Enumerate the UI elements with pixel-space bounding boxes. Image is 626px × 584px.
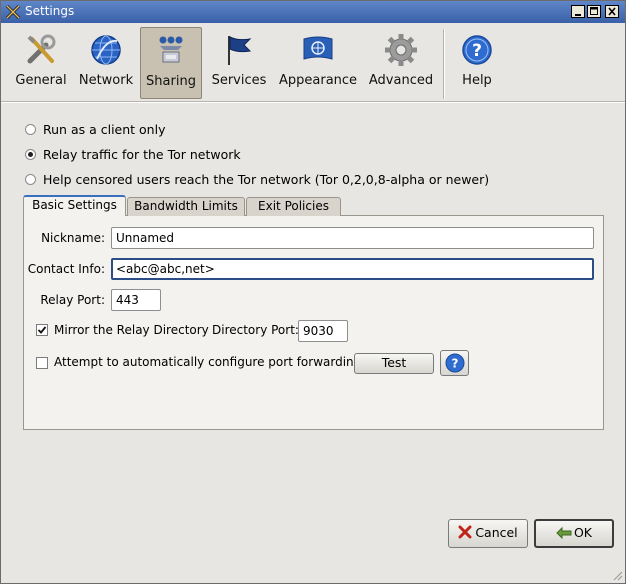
toolbar-services[interactable]: Services xyxy=(207,27,271,99)
help-icon: ? xyxy=(445,353,465,373)
cancel-button-label: Cancel xyxy=(475,525,518,540)
toolbar-network[interactable]: Network xyxy=(77,27,135,99)
vidalia-x-icon xyxy=(5,4,21,20)
test-button[interactable]: Test xyxy=(354,353,434,374)
radio-button-selected[interactable] xyxy=(25,149,36,160)
minimize-icon xyxy=(575,14,581,16)
directory-port-label: Directory Port: xyxy=(212,323,299,337)
radio-bridge[interactable]: Help censored users reach the Tor networ… xyxy=(25,172,489,190)
toolbar-label: Sharing xyxy=(146,74,196,89)
ok-arrow-icon xyxy=(556,526,572,540)
tab-label: Bandwidth Limits xyxy=(134,199,238,213)
toolbar-divider xyxy=(1,101,625,103)
maximize-icon xyxy=(590,7,598,15)
radio-relay-traffic[interactable]: Relay traffic for the Tor network xyxy=(25,147,455,165)
radio-button[interactable] xyxy=(25,174,36,185)
nickname-label: Nickname: xyxy=(41,231,105,245)
toolbar-label: Advanced xyxy=(368,73,434,88)
toolbar-advanced[interactable]: Advanced xyxy=(365,27,437,99)
directory-port-input[interactable] xyxy=(298,320,348,342)
minimize-button[interactable] xyxy=(571,5,585,18)
gear-icon xyxy=(385,34,417,66)
toolbar-sharing[interactable]: Sharing xyxy=(140,27,202,99)
radio-button[interactable] xyxy=(25,124,36,135)
checkmark-icon xyxy=(37,326,47,334)
settings-window: Settings General Network Sharing Service… xyxy=(0,0,626,584)
svg-text:?: ? xyxy=(472,41,482,61)
ok-button-label: OK xyxy=(573,525,593,540)
cancel-x-icon xyxy=(458,525,472,539)
toolbar-label: Services xyxy=(211,73,267,88)
tab-bandwidth-limits[interactable]: Bandwidth Limits xyxy=(127,197,245,216)
resize-grip-icon[interactable] xyxy=(611,569,623,581)
radio-label: Run as a client only xyxy=(43,122,166,137)
settings-toolbar: General Network Sharing Services Appeara… xyxy=(1,23,625,101)
port-forwarding-label: Attempt to automatically configure port … xyxy=(54,355,362,369)
toolbar-label: Appearance xyxy=(279,73,358,88)
toolbar-help[interactable]: ? Help xyxy=(449,27,505,99)
mirror-directory-checkbox[interactable] xyxy=(36,324,48,336)
tab-exit-policies[interactable]: Exit Policies xyxy=(246,197,341,216)
port-forwarding-help-button[interactable]: ? xyxy=(440,350,469,376)
port-forwarding-checkbox[interactable] xyxy=(36,357,48,369)
toolbar-separator xyxy=(443,29,445,99)
ok-button[interactable]: OK xyxy=(534,519,614,548)
sharing-icon xyxy=(159,36,183,63)
relay-port-input[interactable] xyxy=(111,289,161,311)
maximize-button[interactable] xyxy=(587,5,601,18)
un-flag-icon xyxy=(303,36,333,60)
close-icon xyxy=(608,7,616,16)
toolbar-appearance[interactable]: Appearance xyxy=(279,27,357,99)
test-button-label: Test xyxy=(381,355,407,370)
network-globe-icon xyxy=(91,35,121,65)
toolbar-label: General xyxy=(15,73,67,88)
relay-port-label: Relay Port: xyxy=(40,293,105,307)
cancel-button[interactable]: Cancel xyxy=(448,519,528,548)
flag-icon xyxy=(228,36,252,65)
toolbar-label: Network xyxy=(78,73,134,88)
contact-info-input[interactable] xyxy=(111,258,594,280)
help-icon: ? xyxy=(462,35,492,65)
radio-client-only[interactable]: Run as a client only xyxy=(25,122,455,140)
toolbar-label: Help xyxy=(462,73,492,88)
tab-label: Exit Policies xyxy=(258,199,329,213)
tab-label: Basic Settings xyxy=(32,198,117,212)
radio-label: Help censored users reach the Tor networ… xyxy=(43,172,490,187)
title-bar[interactable]: Settings xyxy=(1,1,625,23)
svg-text:?: ? xyxy=(452,357,459,371)
contact-info-label: Contact Info: xyxy=(27,262,105,276)
radio-label: Relay traffic for the Tor network xyxy=(43,147,241,162)
tools-icon xyxy=(27,34,56,64)
window-title: Settings xyxy=(25,4,75,18)
mirror-directory-label: Mirror the Relay Directory xyxy=(54,323,209,337)
nickname-input[interactable] xyxy=(111,227,594,249)
toolbar-general[interactable]: General xyxy=(13,27,69,99)
close-button[interactable] xyxy=(605,5,619,18)
tab-basic-settings[interactable]: Basic Settings xyxy=(23,195,126,216)
